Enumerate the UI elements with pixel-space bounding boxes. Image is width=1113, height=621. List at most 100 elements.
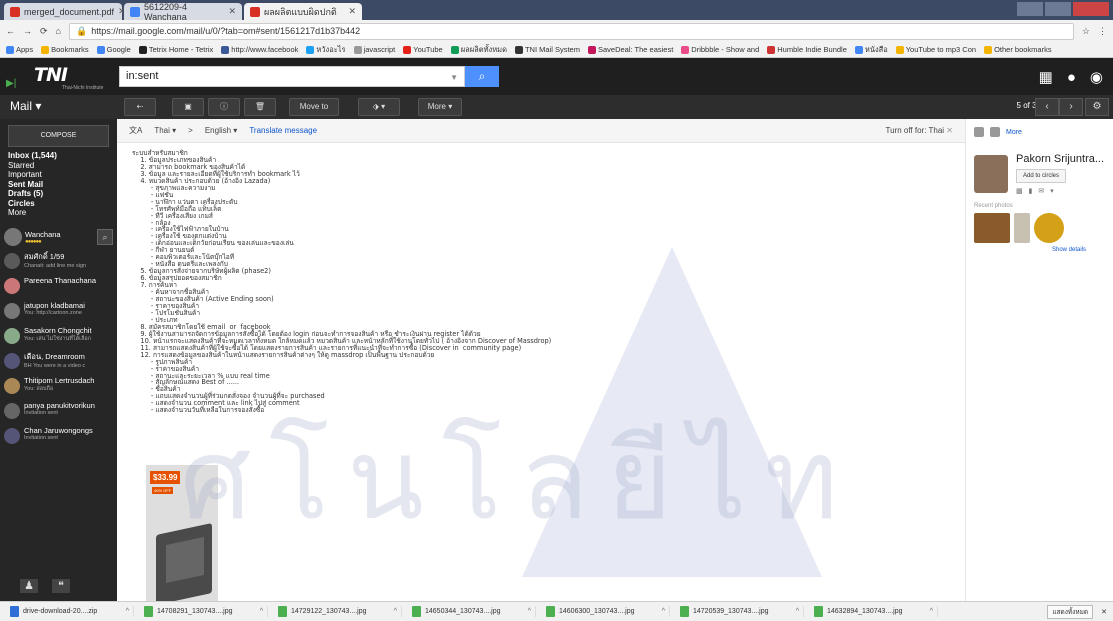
chevron-up-icon[interactable]: ^ (930, 608, 933, 615)
bookmark-item[interactable]: หวังอะไร (306, 44, 346, 56)
bookmark-item[interactable]: Other bookmarks (984, 45, 1052, 54)
bookmark-item[interactable]: YouTube to mp3 Con (895, 45, 976, 54)
move-to-inbox-button[interactable]: Move to Inbox (289, 98, 339, 127)
home-icon[interactable]: ⌂ (56, 26, 61, 36)
contact-item[interactable]: เดือน, Dreamroom BH You were in a video c (4, 351, 114, 373)
people-icon[interactable] (974, 127, 984, 137)
hangouts-me[interactable]: Wanchana ●●●●●● ⌕ (4, 226, 113, 248)
turn-off-translate[interactable]: Turn off for: Thai ✕ (886, 126, 953, 135)
close-icon[interactable]: ✕ (348, 6, 356, 17)
contact-action-icons[interactable]: ▩ ▮ ✉ ▾ (1016, 187, 1056, 195)
target-language[interactable]: English ▾ (205, 126, 238, 135)
hangout-icon[interactable] (990, 127, 1000, 137)
close-window-button[interactable] (1073, 2, 1109, 16)
close-icon[interactable]: ✕ (228, 6, 236, 17)
folder-item[interactable]: Inbox (1,544) (8, 151, 57, 161)
contact-item[interactable]: Thitipom Lertrusdach You: สอบถือ (4, 376, 114, 398)
bookmark-item[interactable]: Tetrix Home - Tetrix (138, 45, 213, 54)
star-icon[interactable]: ☆ (1082, 26, 1090, 37)
bookmark-item[interactable]: Humble Indie Bundle (767, 45, 847, 54)
bookmark-item[interactable]: Dribbble - Show and (681, 45, 759, 54)
photo-thumb[interactable] (1034, 213, 1064, 243)
report-spam-button[interactable]: ⓘ (208, 98, 240, 116)
chevron-up-icon[interactable]: ^ (796, 608, 799, 615)
folder-item[interactable]: Important (8, 170, 57, 180)
browser-tab-active[interactable]: ผลผลิตแบบผิดปกติ ✕ (244, 3, 362, 20)
mail-switcher[interactable]: Mail ▾ (10, 99, 41, 113)
search-people-icon[interactable]: ⌕ (97, 229, 113, 245)
chevron-up-icon[interactable]: ^ (260, 608, 263, 615)
next-button[interactable]: › (1059, 98, 1083, 116)
show-all-downloads-button[interactable]: แสดงทั้งหมด (1047, 604, 1094, 619)
download-item[interactable]: 14632894_130743....jpg ^ (810, 606, 938, 617)
person-icon[interactable]: ♟ (20, 579, 38, 593)
folder-item[interactable]: Starred (8, 161, 57, 171)
bookmark-item[interactable]: ผลผลิตทั้งหมด (450, 44, 507, 56)
back-button[interactable]: ⇠ (124, 98, 156, 116)
search-button[interactable]: ⌕ (465, 66, 499, 87)
chevron-up-icon[interactable]: ^ (394, 608, 397, 615)
download-item[interactable]: 14650344_130743....jpg ^ (408, 606, 536, 617)
photo-thumb[interactable] (974, 213, 1010, 243)
reload-icon[interactable]: ⟳ (40, 26, 48, 37)
bookmark-item[interactable]: Bookmarks (41, 45, 89, 54)
bookmark-item[interactable]: javascript (353, 45, 395, 54)
chevron-up-icon[interactable]: ^ (126, 608, 129, 615)
maximize-button[interactable] (1045, 2, 1071, 16)
browser-tab[interactable]: merged_document.pdf ✕ (4, 3, 126, 20)
chevron-up-icon[interactable]: ^ (662, 608, 665, 615)
contact-item[interactable]: Pareena Thanachana (4, 276, 114, 298)
contact-name[interactable]: Pakorn Srijuntra... (1016, 153, 1104, 165)
logo[interactable]: TNI (34, 64, 68, 86)
more-link[interactable]: More (1006, 129, 1022, 136)
chevron-up-icon[interactable]: ^ (528, 608, 531, 615)
bookmark-item[interactable]: SaveDeal: The easiest (587, 45, 673, 54)
show-details-link[interactable]: Show details (1052, 247, 1086, 253)
account-circle-icon[interactable]: ● (1067, 69, 1076, 86)
apps-grid-icon[interactable]: ▦ (1039, 68, 1053, 86)
bookmark-item[interactable]: Google (96, 45, 131, 54)
delete-button[interactable]: 🗑 (244, 98, 276, 116)
browser-tab[interactable]: 5612209-4 Wanchana ✕ (124, 2, 242, 22)
contact-item[interactable]: Chan Jaruwongongs Invitation sent (4, 426, 114, 448)
download-item[interactable]: 14729122_130743....jpg ^ (274, 606, 402, 617)
folder-item[interactable]: More (8, 208, 57, 218)
back-icon[interactable]: ← (6, 26, 15, 36)
folder-item[interactable]: Sent Mail (8, 180, 57, 190)
contact-item[interactable]: สมศักดิ์ 1/59 Chanati: add line me sign (4, 251, 114, 273)
prev-button[interactable]: ‹ (1035, 98, 1059, 116)
minimize-button[interactable] (1017, 2, 1043, 16)
more-button[interactable]: More ▾ (418, 98, 462, 116)
archive-button[interactable]: ▣ (172, 98, 204, 116)
url-input[interactable]: 🔒 https://mail.google.com/mail/u/0/?tab=… (68, 22, 1074, 40)
search-input[interactable]: in:sent ▼ (119, 66, 465, 87)
download-item[interactable]: 14708291_130743....jpg ^ (140, 606, 268, 617)
translate-link[interactable]: Translate message (249, 126, 317, 135)
contact-photo[interactable] (974, 155, 1008, 193)
contact-item[interactable]: jatupon kladbamai You: http://cartoon.zon… (4, 301, 114, 323)
bookmark-item[interactable]: Apps (6, 45, 33, 54)
labels-button[interactable]: ⬗ ▾ (358, 98, 400, 116)
contact-item[interactable]: Sasakorn Chongchit You: เล่น ไม่ใช่งานที่… (4, 326, 114, 348)
compose-button[interactable]: COMPOSE (8, 125, 109, 147)
folder-item[interactable]: Drafts (5) (8, 189, 57, 199)
bookmark-item[interactable]: YouTube (403, 45, 443, 54)
avatar-icon[interactable]: ◉ (1090, 68, 1103, 86)
download-item[interactable]: 14606300_130743....jpg ^ (542, 606, 670, 617)
product-image[interactable]: $33.99 40% OFF (146, 465, 218, 605)
search-options-icon[interactable]: ▼ (450, 73, 458, 82)
source-language[interactable]: Thai ▾ (154, 126, 176, 135)
bookmark-item[interactable]: TNI Mail System (514, 45, 580, 54)
photo-thumb[interactable] (1014, 213, 1030, 243)
add-to-circles-button[interactable]: Add to circles (1016, 169, 1066, 183)
bookmark-item[interactable]: http://www.facebook (221, 45, 298, 54)
close-icon[interactable]: ✕ (1101, 608, 1107, 616)
contact-item[interactable]: panya panukitvorikun Invitation sent (4, 401, 114, 423)
bookmark-item[interactable]: หนังสือ (854, 44, 888, 56)
hangouts-icon[interactable]: ❝ (52, 579, 70, 593)
forward-icon[interactable]: → (23, 26, 32, 36)
folder-item[interactable]: Circles (8, 199, 57, 209)
menu-icon[interactable]: ⋮ (1098, 26, 1107, 37)
download-item[interactable]: 14720539_130743....jpg ^ (676, 606, 804, 617)
download-item[interactable]: drive-download-20....zip ^ (6, 606, 134, 617)
